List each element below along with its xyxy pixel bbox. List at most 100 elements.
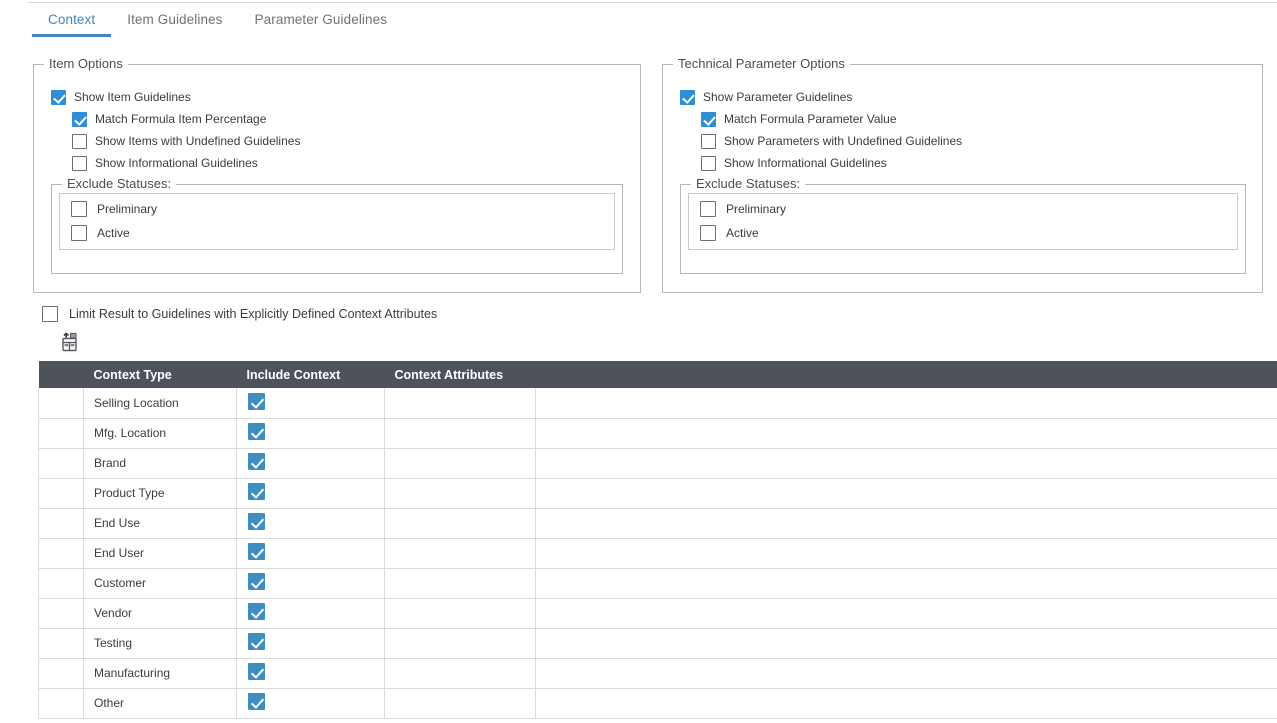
include-context-checkbox[interactable]	[248, 573, 265, 590]
cell-include-context[interactable]	[236, 688, 385, 719]
cell-include-context[interactable]	[236, 418, 385, 449]
column-header-include-context[interactable]: Include Context	[236, 361, 385, 388]
checkbox-show-informational-guidelines[interactable]	[72, 155, 87, 171]
option-row[interactable]: Show Item Guidelines	[51, 86, 300, 108]
tab-item-guidelines[interactable]: Item Guidelines	[111, 3, 238, 37]
row-select-cell[interactable]	[38, 448, 84, 479]
cell-include-context[interactable]	[236, 508, 385, 539]
cell-include-context[interactable]	[236, 478, 385, 509]
table-row[interactable]: Manufacturing	[38, 658, 1277, 689]
export-to-spreadsheet-icon[interactable]	[59, 332, 81, 354]
context-table-body: Selling Location Mfg. Location Brand Produc…	[38, 388, 1277, 719]
exclude-status-row[interactable]: Preliminary	[60, 197, 614, 221]
option-row[interactable]: Show Informational Guidelines	[51, 152, 300, 174]
cell-spacer	[535, 448, 1277, 479]
tab-list: Context Item Guidelines Parameter Guidelin…	[28, 3, 1277, 37]
include-context-checkbox[interactable]	[248, 423, 265, 440]
table-row[interactable]: Mfg. Location	[38, 418, 1277, 449]
exclude-status-row[interactable]: Active	[689, 221, 1237, 245]
cell-context-attributes[interactable]	[384, 388, 536, 419]
cell-context-attributes[interactable]	[384, 658, 536, 689]
row-select-cell[interactable]	[38, 598, 84, 629]
table-row[interactable]: Selling Location	[38, 388, 1277, 419]
include-context-checkbox[interactable]	[248, 513, 265, 530]
row-select-cell[interactable]	[38, 658, 84, 689]
table-row[interactable]: Vendor	[38, 598, 1277, 629]
cell-spacer	[535, 598, 1277, 629]
cell-context-attributes[interactable]	[384, 478, 536, 509]
cell-context-type: Vendor	[83, 598, 237, 629]
option-label: Show Parameters with Undefined Guideline…	[724, 134, 963, 148]
option-row[interactable]: Match Formula Item Percentage	[51, 108, 300, 130]
cell-include-context[interactable]	[236, 538, 385, 569]
row-select-cell[interactable]	[38, 538, 84, 569]
row-select-cell[interactable]	[38, 688, 84, 719]
column-header-spacer	[535, 361, 1277, 388]
checkbox-show-parameter-guidelines[interactable]	[680, 89, 695, 105]
cell-context-attributes[interactable]	[384, 598, 536, 629]
cell-spacer	[535, 658, 1277, 689]
cell-context-attributes[interactable]	[384, 688, 536, 719]
option-row[interactable]: Show Parameter Guidelines	[680, 86, 962, 108]
row-select-cell[interactable]	[38, 568, 84, 599]
column-header-context-type[interactable]: Context Type	[83, 361, 237, 388]
include-context-checkbox[interactable]	[248, 633, 265, 650]
row-select-cell[interactable]	[38, 508, 84, 539]
row-select-cell[interactable]	[38, 628, 84, 659]
checkbox-match-formula-parameter-value[interactable]	[701, 111, 716, 127]
cell-context-type: Brand	[83, 448, 237, 479]
option-row[interactable]: Show Parameters with Undefined Guideline…	[680, 130, 962, 152]
checkbox-status-active[interactable]	[700, 225, 716, 241]
limit-result-row[interactable]: Limit Result to Guidelines with Explicit…	[42, 306, 437, 322]
include-context-checkbox[interactable]	[248, 483, 265, 500]
checkbox-show-parameters-with-undefined-guidelines[interactable]	[701, 133, 716, 149]
row-select-cell[interactable]	[38, 388, 84, 419]
exclude-status-row[interactable]: Active	[60, 221, 614, 245]
table-row[interactable]: Testing	[38, 628, 1277, 659]
cell-include-context[interactable]	[236, 388, 385, 419]
cell-context-attributes[interactable]	[384, 568, 536, 599]
include-context-checkbox[interactable]	[248, 543, 265, 560]
checkbox-show-informational-guidelines[interactable]	[701, 155, 716, 171]
checkbox-show-item-guidelines[interactable]	[51, 89, 66, 105]
option-row[interactable]: Show Informational Guidelines	[680, 152, 962, 174]
checkbox-match-formula-item-percentage[interactable]	[72, 111, 87, 127]
cell-context-attributes[interactable]	[384, 508, 536, 539]
include-context-checkbox[interactable]	[248, 392, 265, 410]
cell-context-attributes[interactable]	[384, 628, 536, 659]
option-row[interactable]: Match Formula Parameter Value	[680, 108, 962, 130]
table-row[interactable]: Brand	[38, 448, 1277, 479]
include-context-checkbox[interactable]	[248, 453, 265, 470]
limit-result-checkbox[interactable]	[42, 306, 58, 322]
option-row[interactable]: Show Items with Undefined Guidelines	[51, 130, 300, 152]
column-header-select[interactable]	[38, 361, 84, 388]
table-row[interactable]: End User	[38, 538, 1277, 569]
table-row[interactable]: Other	[38, 688, 1277, 719]
cell-include-context[interactable]	[236, 598, 385, 629]
table-row[interactable]: Customer	[38, 568, 1277, 599]
parameter-options-checkbox-list: Show Parameter Guidelines Match Formula P…	[680, 86, 962, 174]
cell-context-type: Product Type	[83, 478, 237, 509]
tab-context[interactable]: Context	[32, 3, 112, 37]
checkbox-status-preliminary[interactable]	[71, 201, 87, 217]
exclude-status-row[interactable]: Preliminary	[689, 197, 1237, 221]
cell-context-attributes[interactable]	[384, 418, 536, 449]
table-row[interactable]: Product Type	[38, 478, 1277, 509]
include-context-checkbox[interactable]	[248, 663, 265, 680]
row-select-cell[interactable]	[38, 478, 84, 509]
include-context-checkbox[interactable]	[248, 603, 265, 620]
column-header-context-attributes[interactable]: Context Attributes	[384, 361, 536, 388]
cell-include-context[interactable]	[236, 628, 385, 659]
checkbox-status-active[interactable]	[71, 225, 87, 241]
cell-context-attributes[interactable]	[384, 448, 536, 479]
checkbox-status-preliminary[interactable]	[700, 201, 716, 217]
checkbox-show-items-with-undefined-guidelines[interactable]	[72, 133, 87, 149]
cell-include-context[interactable]	[236, 658, 385, 689]
cell-include-context[interactable]	[236, 448, 385, 479]
tab-parameter-guidelines[interactable]: Parameter Guidelines	[239, 3, 404, 37]
cell-context-attributes[interactable]	[384, 538, 536, 569]
include-context-checkbox[interactable]	[248, 693, 265, 710]
table-row[interactable]: End Use	[38, 508, 1277, 539]
row-select-cell[interactable]	[38, 418, 84, 449]
cell-include-context[interactable]	[236, 568, 385, 599]
